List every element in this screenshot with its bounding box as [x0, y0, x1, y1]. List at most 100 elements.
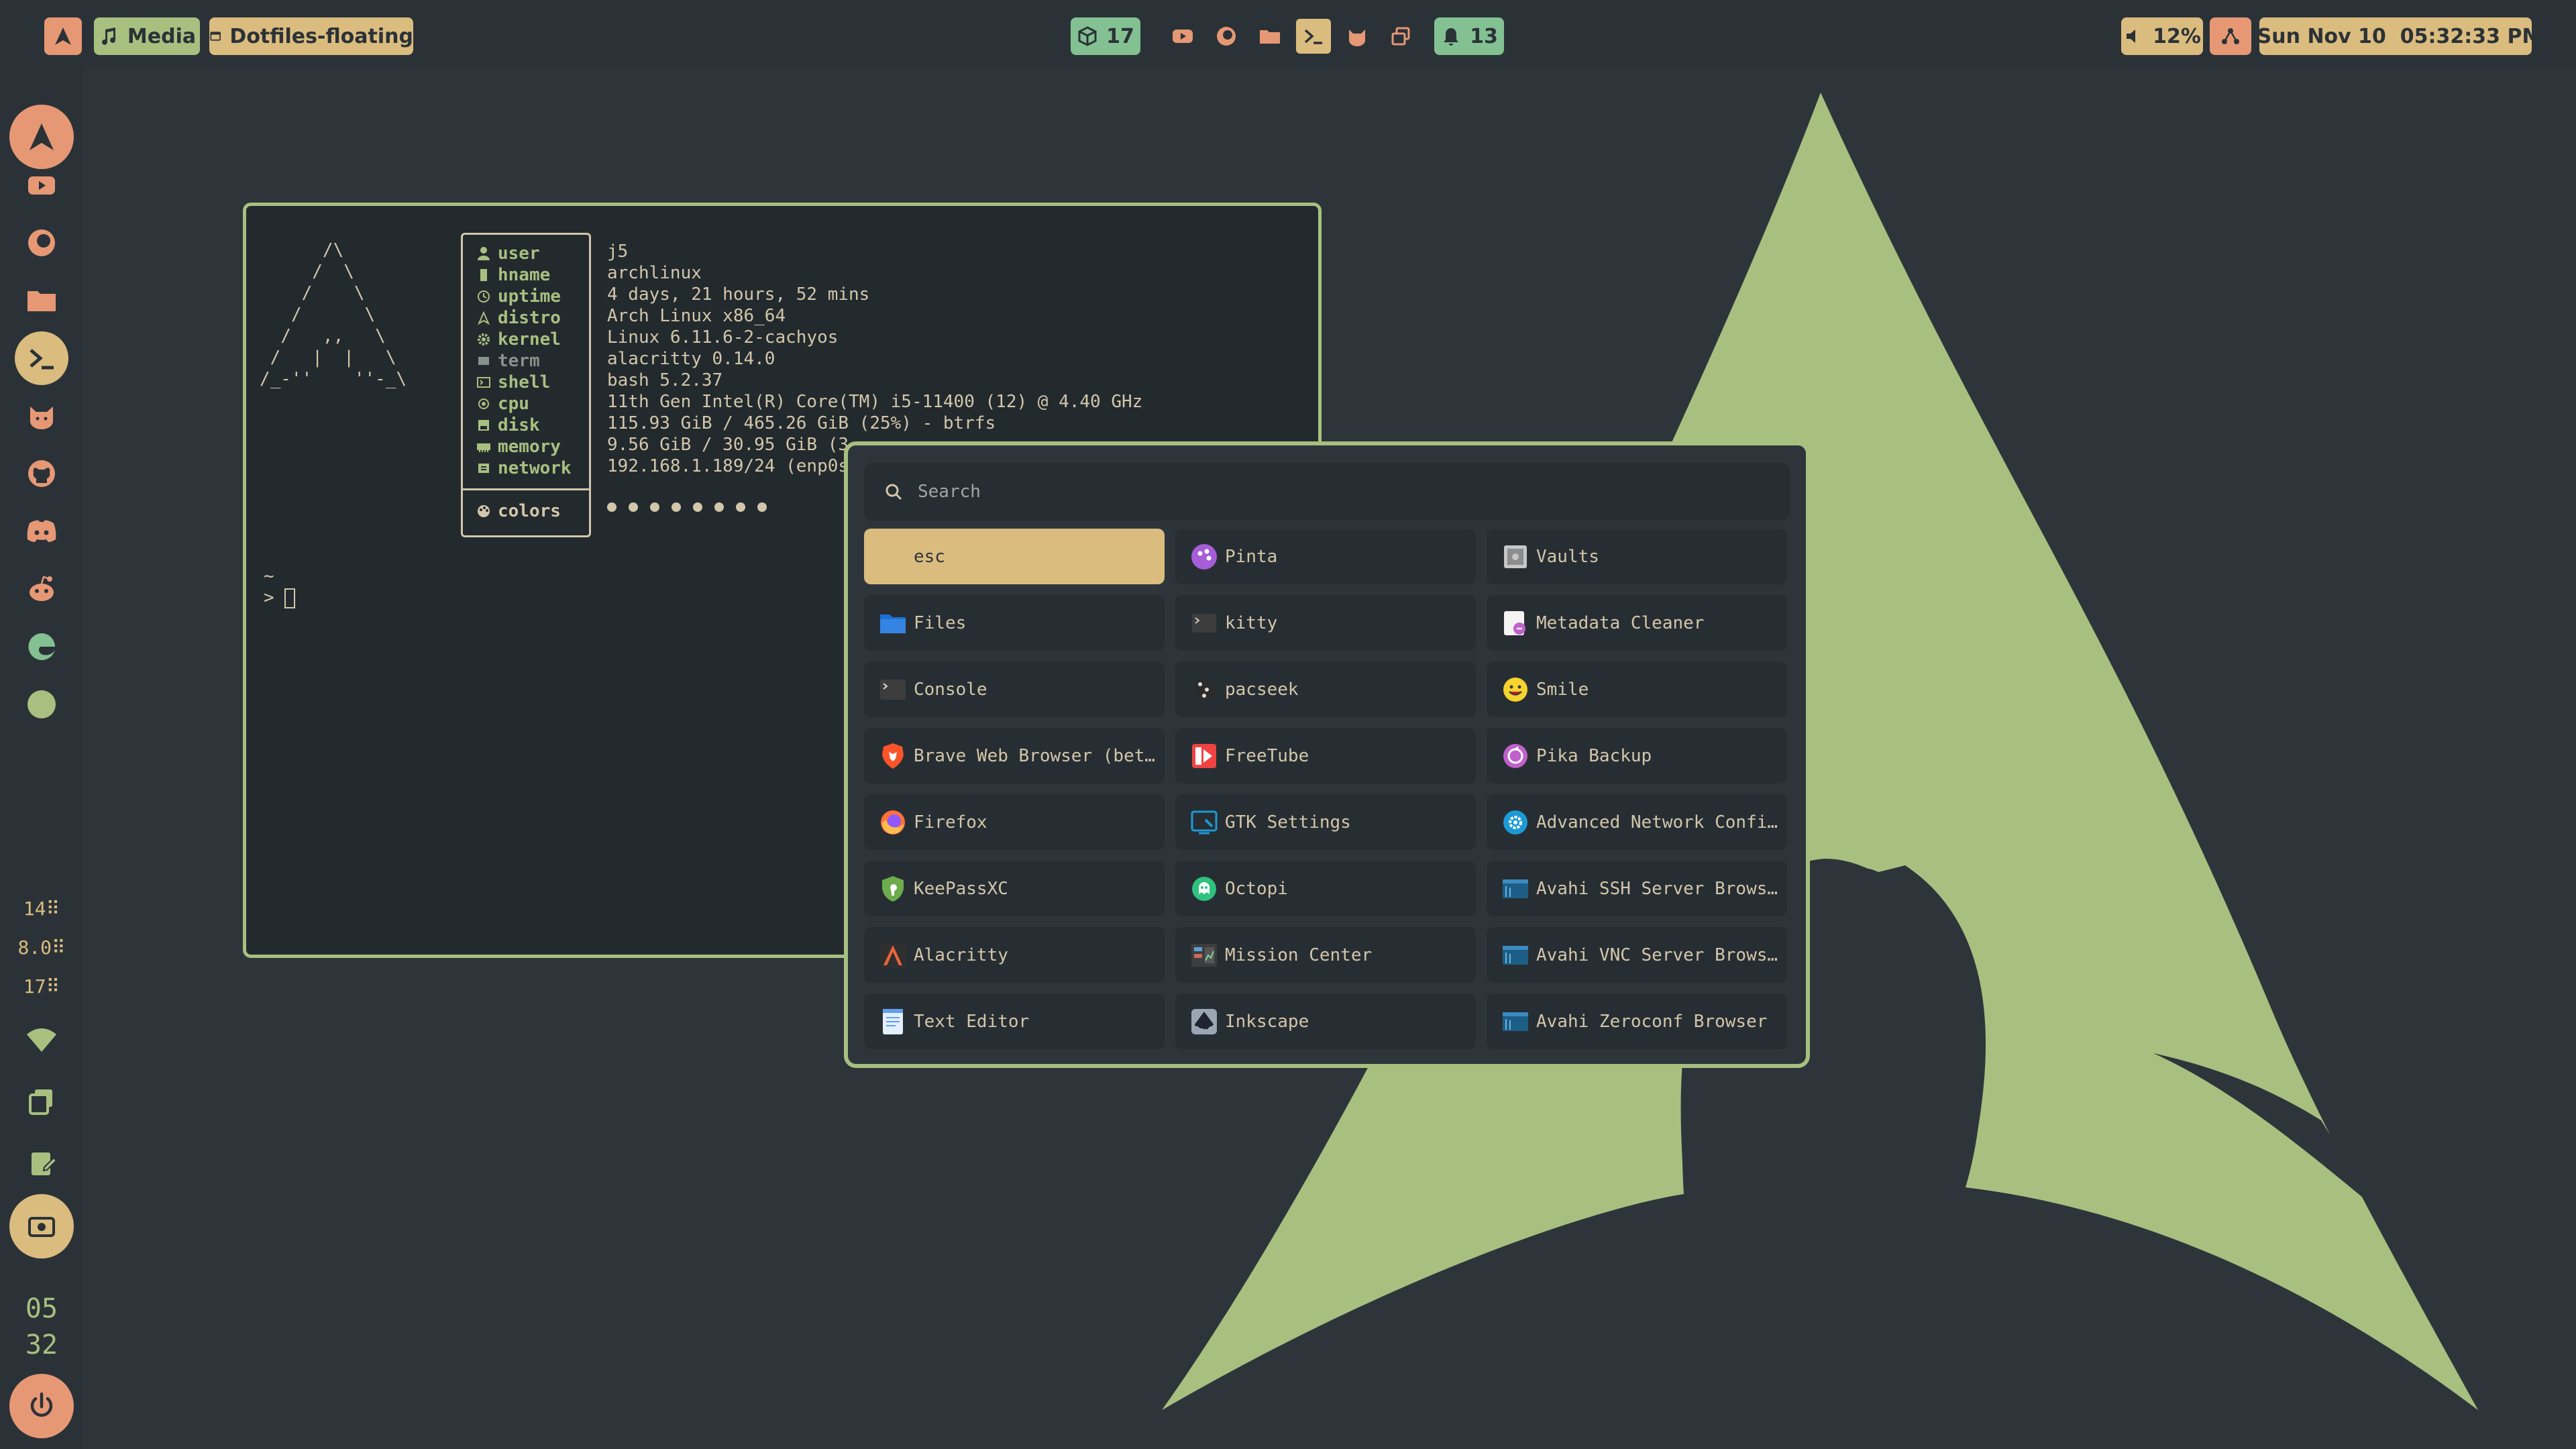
sidebar-item-files[interactable] — [15, 274, 68, 327]
firefox-icon — [1216, 27, 1236, 46]
github-icon — [28, 460, 55, 487]
launcher-item-files[interactable]: Files — [864, 595, 1165, 651]
launcher-item-inkscape[interactable]: Inkscape — [1175, 994, 1476, 1049]
palette-icon — [478, 505, 490, 517]
sidebar-item-edge[interactable] — [15, 620, 68, 674]
launcher-item-kitty[interactable]: kitty — [1175, 595, 1476, 651]
bell-icon — [1444, 28, 1459, 46]
arch-menu-button[interactable] — [44, 17, 82, 55]
wifi-button[interactable] — [15, 1013, 68, 1067]
clock-icon — [478, 290, 490, 303]
launcher-item-metadata-cleaner[interactable]: Metadata Cleaner — [1487, 595, 1787, 651]
power-button[interactable] — [9, 1374, 74, 1438]
color-dot — [629, 502, 638, 512]
updates-button[interactable]: 17 — [1071, 17, 1140, 55]
fetch-value-uptime: 4 days, 21 hours, 52 mins — [607, 284, 870, 305]
window-title: Dotfiles-floating — [229, 24, 413, 48]
launcher-item-smile[interactable]: Smile — [1487, 661, 1787, 717]
sidebar-item-github[interactable] — [15, 447, 68, 500]
folder-icon — [880, 614, 906, 633]
sidebar-item-circle[interactable] — [15, 678, 68, 731]
app-tray — [1161, 17, 1422, 55]
terminal-icon — [1304, 29, 1322, 44]
launcher-search-bar[interactable] — [864, 463, 1790, 521]
launcher-item-esc[interactable]: esc — [864, 529, 1165, 584]
search-input[interactable] — [918, 482, 1790, 502]
volume-button[interactable]: 12% — [2121, 17, 2203, 55]
copy-button[interactable] — [15, 1075, 68, 1128]
app-launcher: esc Pinta Vaults Files kitty Metadata Cl… — [844, 441, 1810, 1068]
inkscape-icon — [1191, 1008, 1217, 1034]
youtube-icon — [28, 176, 55, 195]
launcher-item-keepassxc[interactable]: KeePassXC — [864, 861, 1165, 916]
clock-button[interactable]: Sun Nov 10 05:32:33 PM — [2257, 17, 2542, 55]
avahi-icon — [1503, 1012, 1528, 1031]
notifications-button[interactable]: 13 — [1434, 17, 1504, 55]
user-icon — [478, 247, 490, 260]
launcher-item-mission-center[interactable]: Mission Center — [1175, 927, 1476, 983]
prompt-cwd: ~ — [264, 566, 274, 586]
launcher-item-octopi[interactable]: Octopi — [1175, 861, 1476, 916]
sidebar-item-reddit[interactable] — [15, 562, 68, 616]
sidebar-item-firefox[interactable] — [15, 216, 68, 270]
fetch-key-cpu: cpu — [476, 393, 529, 415]
launcher-item-avahi-zeroconf[interactable]: Avahi Zeroconf Browser — [1487, 994, 1787, 1049]
clipboard-icon — [32, 1152, 58, 1175]
tray-youtube[interactable] — [1165, 19, 1200, 54]
color-dot — [607, 502, 616, 512]
tray-firefox[interactable] — [1209, 19, 1244, 54]
tray-cat[interactable] — [1340, 19, 1375, 54]
smile-icon — [1503, 677, 1527, 702]
launcher-item-pika-backup[interactable]: Pika Backup — [1487, 728, 1787, 784]
firefox-icon — [881, 810, 905, 835]
sidebar-item-youtube[interactable] — [15, 158, 68, 212]
sidebar-item-discord[interactable] — [15, 504, 68, 558]
media-button[interactable]: Media — [94, 17, 200, 55]
launcher-item-text-editor[interactable]: Text Editor — [864, 994, 1165, 1049]
blank-icon — [877, 541, 908, 572]
launcher-item-avahi-vnc[interactable]: Avahi VNC Server Browser — [1487, 927, 1787, 983]
window-icon — [210, 32, 221, 41]
launcher-item-console[interactable]: Console — [864, 661, 1165, 717]
tray-files[interactable] — [1252, 19, 1287, 54]
fetch-value-hname: archlinux — [607, 263, 702, 283]
reddit-icon — [30, 576, 54, 601]
launcher-item-pinta[interactable]: Pinta — [1175, 529, 1476, 584]
sidebar-item-cat[interactable] — [15, 389, 68, 443]
memory-usage: 8.0⠿ — [17, 936, 66, 959]
top-bar: Media Dotfiles-floating 17 13 12% Sun No… — [0, 0, 2576, 67]
circle-icon — [28, 690, 56, 718]
shell-prompt[interactable]: ~ > — [264, 566, 296, 608]
clipboard-button[interactable] — [15, 1136, 68, 1190]
terminal-icon — [478, 357, 489, 365]
launcher-item-avahi-ssh[interactable]: Avahi SSH Server Browser — [1487, 861, 1787, 916]
launcher-item-brave[interactable]: Brave Web Browser (beta) — [864, 728, 1165, 784]
fetch-value-distro: Arch Linux x86_64 — [607, 306, 786, 326]
fetch-value-disk: 115.93 GiB / 465.26 GiB (25%) - btrfs — [607, 413, 996, 433]
sidebar-clock-hour: 05 — [25, 1293, 58, 1324]
sidebar: 14⠿ 8.0⠿ 17⠿ 05 32 — [0, 67, 83, 1449]
launcher-item-vaults[interactable]: Vaults — [1487, 529, 1787, 584]
network-status-button[interactable] — [2210, 17, 2251, 55]
tray-terminal[interactable] — [1295, 19, 1331, 54]
ascii-arch-logo: /\ / \ / \ / \ / ,, \ / | | \ /_-'' ''-_… — [260, 240, 407, 389]
disk-usage: 17⠿ — [23, 975, 60, 998]
launcher-item-advanced-network-config[interactable]: Advanced Network Configu… — [1487, 794, 1787, 850]
launcher-item-gtk-settings[interactable]: GTK Settings — [1175, 794, 1476, 850]
launcher-item-freetube[interactable]: FreeTube — [1175, 728, 1476, 784]
arch-logo-icon — [55, 28, 71, 45]
wifi-icon — [27, 1028, 56, 1052]
launcher-item-pacseek[interactable]: pacseek — [1175, 661, 1476, 717]
launcher-item-alacritty[interactable]: Alacritty — [864, 927, 1165, 983]
launcher-item-firefox[interactable]: Firefox — [864, 794, 1165, 850]
fetch-value-user: j5 — [607, 241, 629, 262]
alacritty-icon — [880, 942, 906, 968]
copy-icon — [29, 1089, 52, 1115]
screenshot-button[interactable] — [9, 1194, 74, 1258]
window-title-button[interactable]: Dotfiles-floating — [209, 17, 413, 55]
fetch-key-colors: colors — [476, 500, 561, 522]
network-config-icon — [1503, 810, 1527, 835]
cat-icon — [1348, 30, 1365, 46]
tray-windows[interactable] — [1383, 19, 1418, 54]
sidebar-item-terminal[interactable] — [15, 331, 68, 385]
